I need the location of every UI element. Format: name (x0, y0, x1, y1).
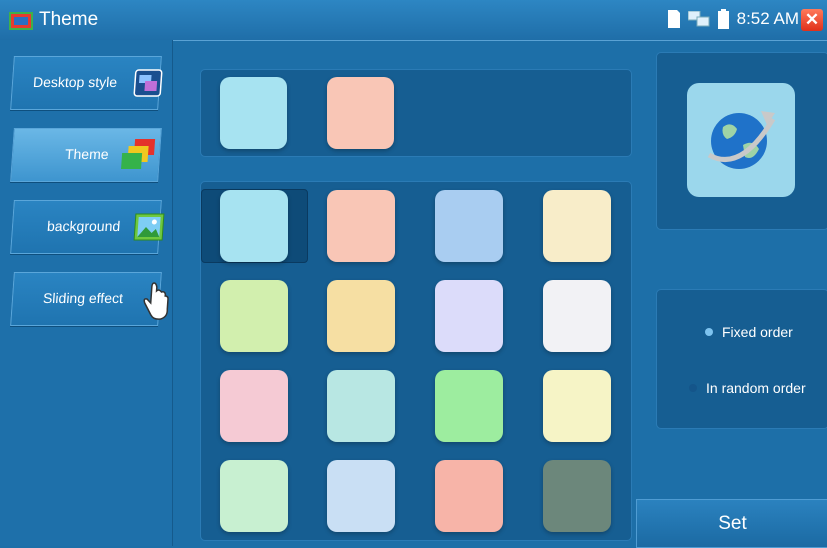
sidebar: Desktop style Theme background Sliding e… (0, 40, 173, 546)
battery-icon (717, 9, 729, 29)
theme-swatch-10[interactable] (327, 370, 395, 442)
clock: 8:52 AM (736, 9, 799, 28)
set-button[interactable]: Set (636, 499, 827, 548)
theme-swatch-13[interactable] (220, 460, 288, 532)
sidebar-item-label: Theme (64, 146, 110, 162)
close-button[interactable]: ✕ (801, 9, 823, 31)
globe-icon-tile (687, 83, 795, 197)
theme-preview-panel (200, 69, 632, 157)
theme-layers-icon (121, 139, 156, 169)
radio-selected-icon (705, 328, 713, 336)
theme-app-icon (9, 12, 33, 30)
radio-unselected-icon (689, 384, 697, 392)
globe-icon (707, 111, 776, 169)
theme-swatch-6[interactable] (327, 280, 395, 352)
theme-swatch-12[interactable] (543, 370, 611, 442)
network-icon (687, 11, 710, 27)
theme-swatch-15[interactable] (435, 460, 503, 532)
order-options-panel: Fixed order In random order (656, 289, 827, 429)
theme-grid-panel (200, 181, 632, 541)
radio-label: In random order (706, 380, 806, 396)
radio-label: Fixed order (722, 324, 793, 340)
radio-random-order[interactable]: In random order (689, 380, 806, 396)
theme-swatch-5[interactable] (220, 280, 288, 352)
sidebar-item-background[interactable]: background (10, 200, 165, 254)
theme-swatch-7[interactable] (435, 280, 503, 352)
sidebar-item-label: Desktop style (32, 74, 118, 90)
theme-swatch-2[interactable] (327, 190, 395, 262)
app-icon-panel (656, 52, 827, 230)
theme-swatch-9[interactable] (220, 370, 288, 442)
theme-swatch-16[interactable] (543, 460, 611, 532)
desktop-style-icon (133, 69, 163, 97)
window-title: Theme (39, 9, 99, 30)
picture-icon (133, 213, 165, 241)
hand-pointer-icon (143, 282, 169, 320)
theme-swatch-1[interactable] (220, 190, 288, 262)
sd-card-icon (667, 10, 680, 28)
close-icon: ✕ (804, 10, 820, 29)
sidebar-item-desktop-style[interactable]: Desktop style (10, 56, 163, 110)
sidebar-item-label: Sliding effect (42, 290, 124, 306)
preview-swatch-2 (327, 77, 394, 149)
theme-swatch-3[interactable] (435, 190, 503, 262)
theme-swatch-11[interactable] (435, 370, 503, 442)
status-area: 8:52 AM (667, 9, 799, 29)
theme-swatch-4[interactable] (543, 190, 611, 262)
preview-swatch-1 (220, 77, 287, 149)
sidebar-item-label: background (46, 218, 121, 234)
sidebar-item-theme[interactable]: Theme (10, 128, 162, 182)
theme-swatch-8[interactable] (543, 280, 611, 352)
radio-fixed-order[interactable]: Fixed order (705, 324, 793, 340)
theme-swatch-14[interactable] (327, 460, 395, 532)
title-bar: Theme 8:52 AM ✕ (0, 0, 827, 41)
sidebar-item-sliding-effect[interactable]: Sliding effect (10, 272, 169, 326)
